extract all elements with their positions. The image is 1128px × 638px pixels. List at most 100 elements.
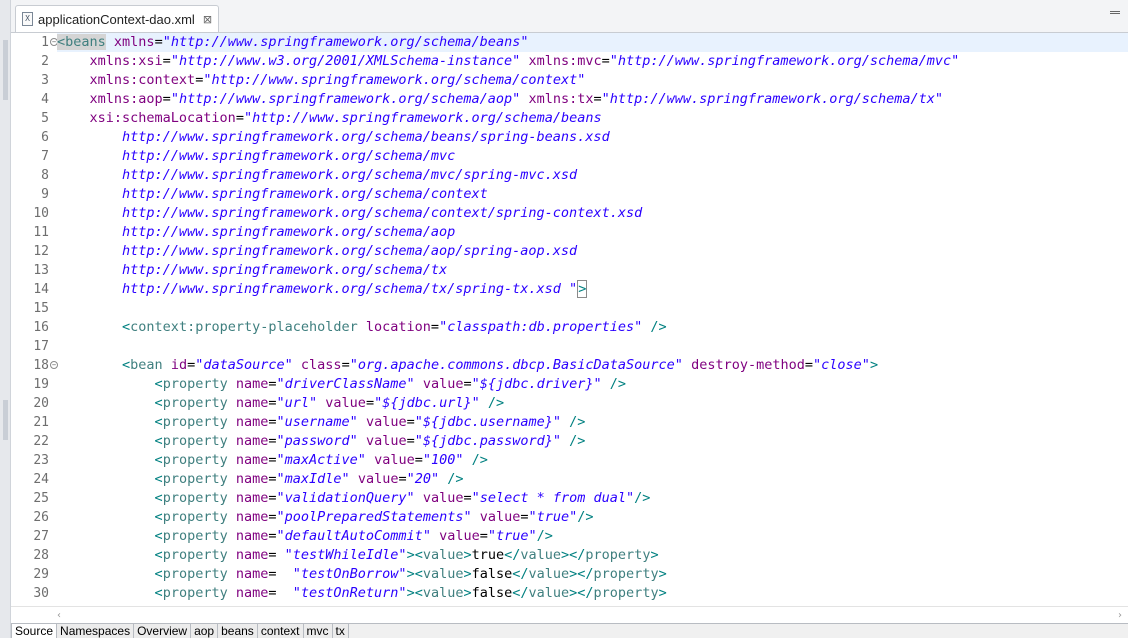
code-line[interactable]: http://www.springframework.org/schema/tx…	[57, 280, 1128, 299]
code-token: http://www.springframework.org/schema/co…	[122, 186, 488, 202]
scroll-right-icon[interactable]: ›	[1118, 610, 1122, 621]
code-line[interactable]: <property name= "testOnBorrow"><value>fa…	[57, 565, 1128, 584]
code-token: "20"	[406, 471, 440, 487]
code-token: =	[268, 452, 277, 468]
code-line[interactable]: <property name="defaultAutoCommit" value…	[57, 527, 1128, 546]
code-line[interactable]: <property name="maxIdle" value="20" />	[57, 470, 1128, 489]
code-line[interactable]	[57, 299, 1128, 318]
code-token: <	[154, 566, 163, 582]
code-token: <	[154, 414, 163, 430]
line-number: 18−	[33, 358, 58, 373]
code-line[interactable]: <property name="driverClassName" value="…	[57, 375, 1128, 394]
xml-source-editor[interactable]: 1−2 3 4 5 6 7 8 9 10 11 12 13 14 15 16 17 18−19 20 21 22 23 2…	[11, 32, 1128, 606]
line-number: 29	[33, 567, 49, 582]
editor-page-tabs: Source Namespaces Overview aop beans context m…	[11, 623, 1128, 638]
tab-tx[interactable]: tx	[332, 624, 349, 638]
code-line[interactable]: xmlns:context="http://www.springframewor…	[57, 71, 1128, 90]
code-token: "close"	[813, 357, 870, 373]
line-number: 21	[33, 415, 49, 430]
code-area[interactable]: <beans xmlns="http://www.springframework…	[57, 33, 1128, 606]
code-token: "true"	[528, 509, 578, 525]
code-line[interactable]: http://www.springframework.org/schema/mv…	[57, 147, 1128, 166]
tab-context[interactable]: context	[257, 624, 304, 638]
code-token: property	[162, 376, 228, 392]
tab-source[interactable]: Source	[11, 624, 58, 638]
minimize-icon[interactable]	[1110, 11, 1120, 14]
tab-namespaces[interactable]: Namespaces	[57, 624, 135, 638]
horizontal-scrollbar[interactable]: ‹ ›	[11, 606, 1128, 623]
code-line[interactable]: <property name= "testOnReturn"><value>fa…	[57, 584, 1128, 603]
code-line[interactable]: <context:property-placeholder location="…	[57, 318, 1128, 337]
code-token: =	[406, 414, 415, 430]
code-line[interactable]: <property name="username" value="${jdbc.…	[57, 413, 1128, 432]
left-strip-marker	[3, 40, 8, 100]
code-line[interactable]: http://www.springframework.org/schema/mv…	[57, 166, 1128, 185]
code-line[interactable]: http://www.springframework.org/schema/be…	[57, 128, 1128, 147]
line-number: 8	[41, 168, 49, 183]
code-line[interactable]: <property name= "testWhileIdle"><value>t…	[57, 546, 1128, 565]
code-token: ></	[569, 566, 594, 582]
editor-tab-applicationcontext-dao[interactable]: X applicationContext-dao.xml ⊠	[15, 5, 220, 32]
code-token: property	[162, 528, 228, 544]
line-number: 15	[33, 301, 49, 316]
code-token: ><	[406, 566, 423, 582]
code-line[interactable]: <beans xmlns="http://www.springframework…	[57, 33, 1128, 52]
code-line[interactable]: xmlns:xsi="http://www.w3.org/2001/XMLSch…	[57, 52, 1128, 71]
code-token: property	[162, 414, 228, 430]
tab-overview[interactable]: Overview	[134, 624, 192, 638]
tab-mvc[interactable]: mvc	[303, 624, 333, 638]
code-line[interactable]: http://www.springframework.org/schema/ao…	[57, 223, 1128, 242]
scroll-left-icon[interactable]: ‹	[57, 610, 61, 621]
line-number: 4	[41, 92, 49, 107]
tab-aop[interactable]: aop	[191, 624, 219, 638]
code-token: name	[235, 490, 269, 506]
code-token: "username"	[276, 414, 358, 430]
code-token: =	[268, 490, 277, 506]
code-token: "100"	[422, 452, 464, 468]
close-icon[interactable]: ⊠	[203, 13, 212, 26]
code-line[interactable]: xsi:schemaLocation="http://www.springfra…	[57, 109, 1128, 128]
code-line[interactable]: <property name="maxActive" value="100" /…	[57, 451, 1128, 470]
line-number: 30	[33, 586, 49, 601]
code-token: <	[122, 319, 131, 335]
code-line[interactable]: <property name="poolPreparedStatements" …	[57, 508, 1128, 527]
code-line[interactable]: <property name="password" value="${jdbc.…	[57, 432, 1128, 451]
code-token: name	[235, 471, 269, 487]
code-token: value	[422, 490, 464, 506]
code-token: "url"	[276, 395, 318, 411]
code-token: property	[162, 585, 228, 601]
code-token: "poolPreparedStatements"	[276, 509, 472, 525]
code-token: http://www.springframework.org/schema/tx	[122, 262, 448, 278]
code-token: ><	[406, 547, 423, 563]
code-line[interactable]: http://www.springframework.org/schema/tx	[57, 261, 1128, 280]
code-line[interactable]: <property name="url" value="${jdbc.url}"…	[57, 394, 1128, 413]
code-token: destroy-method	[691, 357, 805, 373]
tab-beans[interactable]: beans	[218, 624, 258, 638]
code-token: name	[235, 566, 269, 582]
code-token: xmlns:context	[89, 72, 196, 88]
code-token: "password"	[276, 433, 358, 449]
code-line[interactable]: <property name="validationQuery" value="…	[57, 489, 1128, 508]
code-line[interactable]	[57, 337, 1128, 356]
code-line[interactable]: http://www.springframework.org/schema/co…	[57, 185, 1128, 204]
code-line[interactable]: xmlns:aop="http://www.springframework.or…	[57, 90, 1128, 109]
line-number: 28	[33, 548, 49, 563]
code-line[interactable]: http://www.springframework.org/schema/co…	[57, 204, 1128, 223]
code-line[interactable]: <bean id="dataSource" class="org.apache.…	[57, 356, 1128, 375]
code-token: "${jdbc.url}"	[374, 395, 480, 411]
code-line[interactable]: http://www.springframework.org/schema/ao…	[57, 242, 1128, 261]
code-token: value	[422, 566, 464, 582]
